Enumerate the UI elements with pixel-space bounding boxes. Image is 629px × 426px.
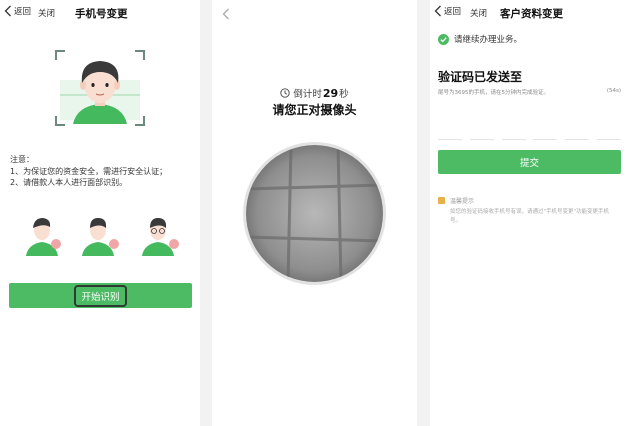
notice-title: 注意： (10, 155, 34, 164)
code-digit-box[interactable] (469, 132, 494, 140)
pose-examples (26, 218, 179, 256)
notice: 注意： 1、为保证您的资金安全，需进行安全认证； 2、请借款人本人进行面部识别。 (10, 154, 167, 189)
back-button[interactable]: 返回 (434, 5, 461, 17)
face-illustration (60, 61, 140, 124)
back-label: 返回 (444, 7, 462, 17)
code-input[interactable] (438, 132, 621, 140)
code-digit-box[interactable] (596, 132, 621, 140)
face-scan-frame (55, 50, 145, 126)
tip-body: 如您的验证码接收手机号有误，请通过"手机号变更"功能变更手机号。 (450, 209, 610, 224)
camera-instruction: 请您正对摄像头 (272, 103, 357, 117)
resend-timer[interactable]: (54s) (607, 88, 621, 94)
sms-verify-screen: 返回 关闭 客户资料变更 请继续办理业务。 验证码已发送至 尾号为3695的手机… (430, 0, 629, 426)
notice-item: 1、为保证您的资金安全，需进行安全认证； (10, 166, 168, 176)
pose-glasses-icon (142, 218, 179, 256)
clock-icon (280, 88, 290, 98)
code-sent-desc: 尾号为3695的手机，请在5分钟内完成验证。 (438, 90, 549, 96)
code-digit-box[interactable] (438, 132, 462, 140)
countdown-prefix: 倒计时 (293, 89, 322, 100)
chevron-left-icon (434, 5, 441, 17)
countdown-value: 29 (322, 86, 339, 100)
face-verify-intro-screen: 返回 关闭 手机号变更 注意： 1、为保证您的资金安全，需进行安全认证； 2、请… (0, 0, 200, 426)
camera-feed (246, 145, 383, 282)
start-recognition-button[interactable]: 开始识别 (9, 283, 192, 308)
nav-bar (212, 0, 417, 26)
page-title: 客户资料变更 (500, 8, 563, 20)
code-digit-box[interactable] (565, 132, 590, 140)
pose-front-icon (82, 218, 119, 256)
notice-item: 2、请借款人本人进行面部识别。 (10, 178, 128, 187)
countdown-unit: 秒 (339, 89, 349, 100)
nav-bar: 返回 关闭 客户资料变更 (430, 0, 629, 26)
chevron-left-icon (4, 5, 11, 17)
start-button-label: 开始识别 (74, 284, 127, 307)
code-sent-title: 验证码已发送至 (438, 70, 523, 84)
page-title: 手机号变更 (75, 8, 128, 20)
code-digit-box[interactable] (501, 132, 526, 140)
close-button[interactable]: 关闭 (470, 7, 487, 19)
tip-title: 温馨提示 (450, 198, 475, 205)
status-row: 请继续办理业务。 (438, 33, 522, 45)
back-label: 返回 (14, 7, 32, 17)
close-button[interactable]: 关闭 (38, 7, 55, 19)
back-button[interactable] (222, 8, 230, 20)
submit-button[interactable]: 提交 (438, 150, 621, 174)
face-capture-screen: 倒计时 29 秒 请您正对摄像头 (212, 0, 417, 426)
nav-bar: 返回 关闭 手机号变更 (0, 0, 200, 26)
chevron-left-icon (222, 8, 229, 20)
countdown: 倒计时 29 秒 (212, 86, 417, 100)
camera-preview (243, 142, 386, 285)
check-circle-icon (438, 33, 449, 45)
status-text: 请继续办理业务。 (454, 35, 523, 45)
back-button[interactable]: 返回 (4, 5, 31, 17)
pose-side-icon (26, 218, 61, 256)
code-digit-box[interactable] (533, 132, 558, 140)
tip-icon (438, 197, 445, 204)
